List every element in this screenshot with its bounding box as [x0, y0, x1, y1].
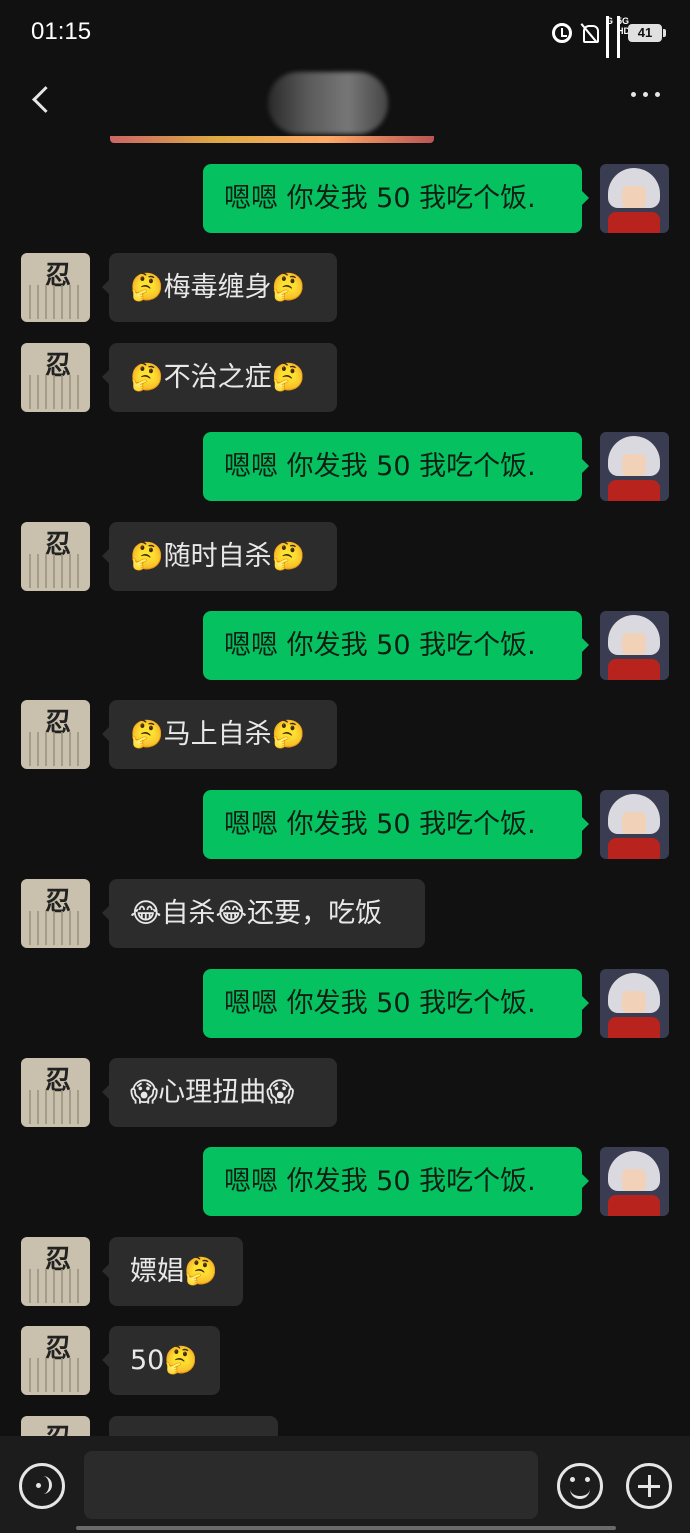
received-message-bubble[interactable]: 🤔梅毒缠身🤔 [102, 253, 337, 322]
message-row: 忍 50🤔 [0, 1326, 690, 1396]
received-message-bubble[interactable]: 50🤔 [102, 1326, 220, 1395]
sent-message-bubble[interactable]: 嗯嗯 你发我 50 我吃个饭. [203, 432, 589, 501]
sent-message-bubble[interactable]: 嗯嗯 你发我 50 我吃个饭. [203, 969, 589, 1038]
contact-avatar[interactable]: 忍 [21, 1326, 90, 1395]
message-row: 忍嫖娼🤔 [0, 1237, 690, 1307]
my-avatar[interactable] [600, 164, 669, 233]
my-avatar[interactable] [600, 790, 669, 859]
my-avatar[interactable] [600, 1147, 669, 1216]
my-avatar[interactable] [600, 432, 669, 501]
sent-message-bubble[interactable]: 嗯嗯 你发我 50 我吃个饭. [203, 164, 589, 233]
received-message-bubble[interactable]: 🤔不治之症🤔 [102, 343, 337, 412]
message-row: 嗯嗯 你发我 50 我吃个饭. [0, 969, 690, 1039]
received-message-bubble[interactable] [109, 1416, 278, 1436]
my-avatar[interactable] [600, 969, 669, 1038]
received-message-bubble[interactable]: 嫖娼🤔 [102, 1237, 243, 1306]
sent-message-bubble[interactable]: 嗯嗯 你发我 50 我吃个饭. [203, 1147, 589, 1216]
voice-icon[interactable] [19, 1463, 65, 1509]
message-input[interactable] [84, 1451, 538, 1519]
message-row: 忍 🤔马上自杀🤔 [0, 700, 690, 770]
received-message-bubble[interactable]: 😱心理扭曲😱 [102, 1058, 337, 1127]
message-row: 嗯嗯 你发我 50 我吃个饭. [0, 611, 690, 681]
contact-avatar[interactable]: 忍 [21, 1058, 90, 1127]
message-row: 忍 😂自杀😂还要，吃饭 [0, 879, 690, 949]
contact-avatar[interactable]: 忍 [21, 522, 90, 591]
contact-avatar[interactable]: 忍 [21, 879, 90, 948]
plus-icon[interactable] [626, 1463, 672, 1509]
emoji-icon[interactable] [557, 1463, 603, 1509]
received-message-bubble[interactable]: 🤔马上自杀🤔 [102, 700, 337, 769]
message-row: 嗯嗯 你发我 50 我吃个饭. [0, 1147, 690, 1217]
contact-avatar[interactable]: 忍 [21, 343, 90, 412]
contact-avatar[interactable]: 忍 [21, 253, 90, 322]
sent-message-bubble[interactable]: 嗯嗯 你发我 50 我吃个饭. [203, 611, 589, 680]
contact-avatar[interactable]: 忍 [21, 1416, 90, 1436]
message-row: 忍 😱心理扭曲😱 [0, 1058, 690, 1128]
message-row: 嗯嗯 你发我 50 我吃个饭. [0, 164, 690, 234]
message-row: 忍 [0, 1416, 690, 1436]
message-list[interactable]: 嗯嗯 你发我 50 我吃个饭. 忍 🤔梅毒缠身🤔 忍 🤔不治之症🤔 嗯嗯 你发我 50 我… [0, 0, 690, 1436]
message-row: 忍 🤔梅毒缠身🤔 [0, 253, 690, 323]
contact-avatar[interactable]: 忍 [21, 700, 90, 769]
received-message-bubble[interactable]: 😂自杀😂还要，吃饭 [102, 879, 425, 948]
contact-avatar[interactable]: 忍 [21, 1237, 90, 1306]
message-row: 忍 🤔随时自杀🤔 [0, 522, 690, 592]
partial-image-message[interactable] [110, 136, 434, 143]
input-bar [0, 1436, 690, 1533]
message-row: 嗯嗯 你发我 50 我吃个饭. [0, 790, 690, 860]
sent-message-bubble[interactable]: 嗯嗯 你发我 50 我吃个饭. [203, 790, 589, 859]
message-row: 忍 🤔不治之症🤔 [0, 343, 690, 413]
received-message-bubble[interactable]: 🤔随时自杀🤔 [102, 522, 337, 591]
home-indicator [76, 1526, 616, 1530]
my-avatar[interactable] [600, 611, 669, 680]
message-row: 嗯嗯 你发我 50 我吃个饭. [0, 432, 690, 502]
